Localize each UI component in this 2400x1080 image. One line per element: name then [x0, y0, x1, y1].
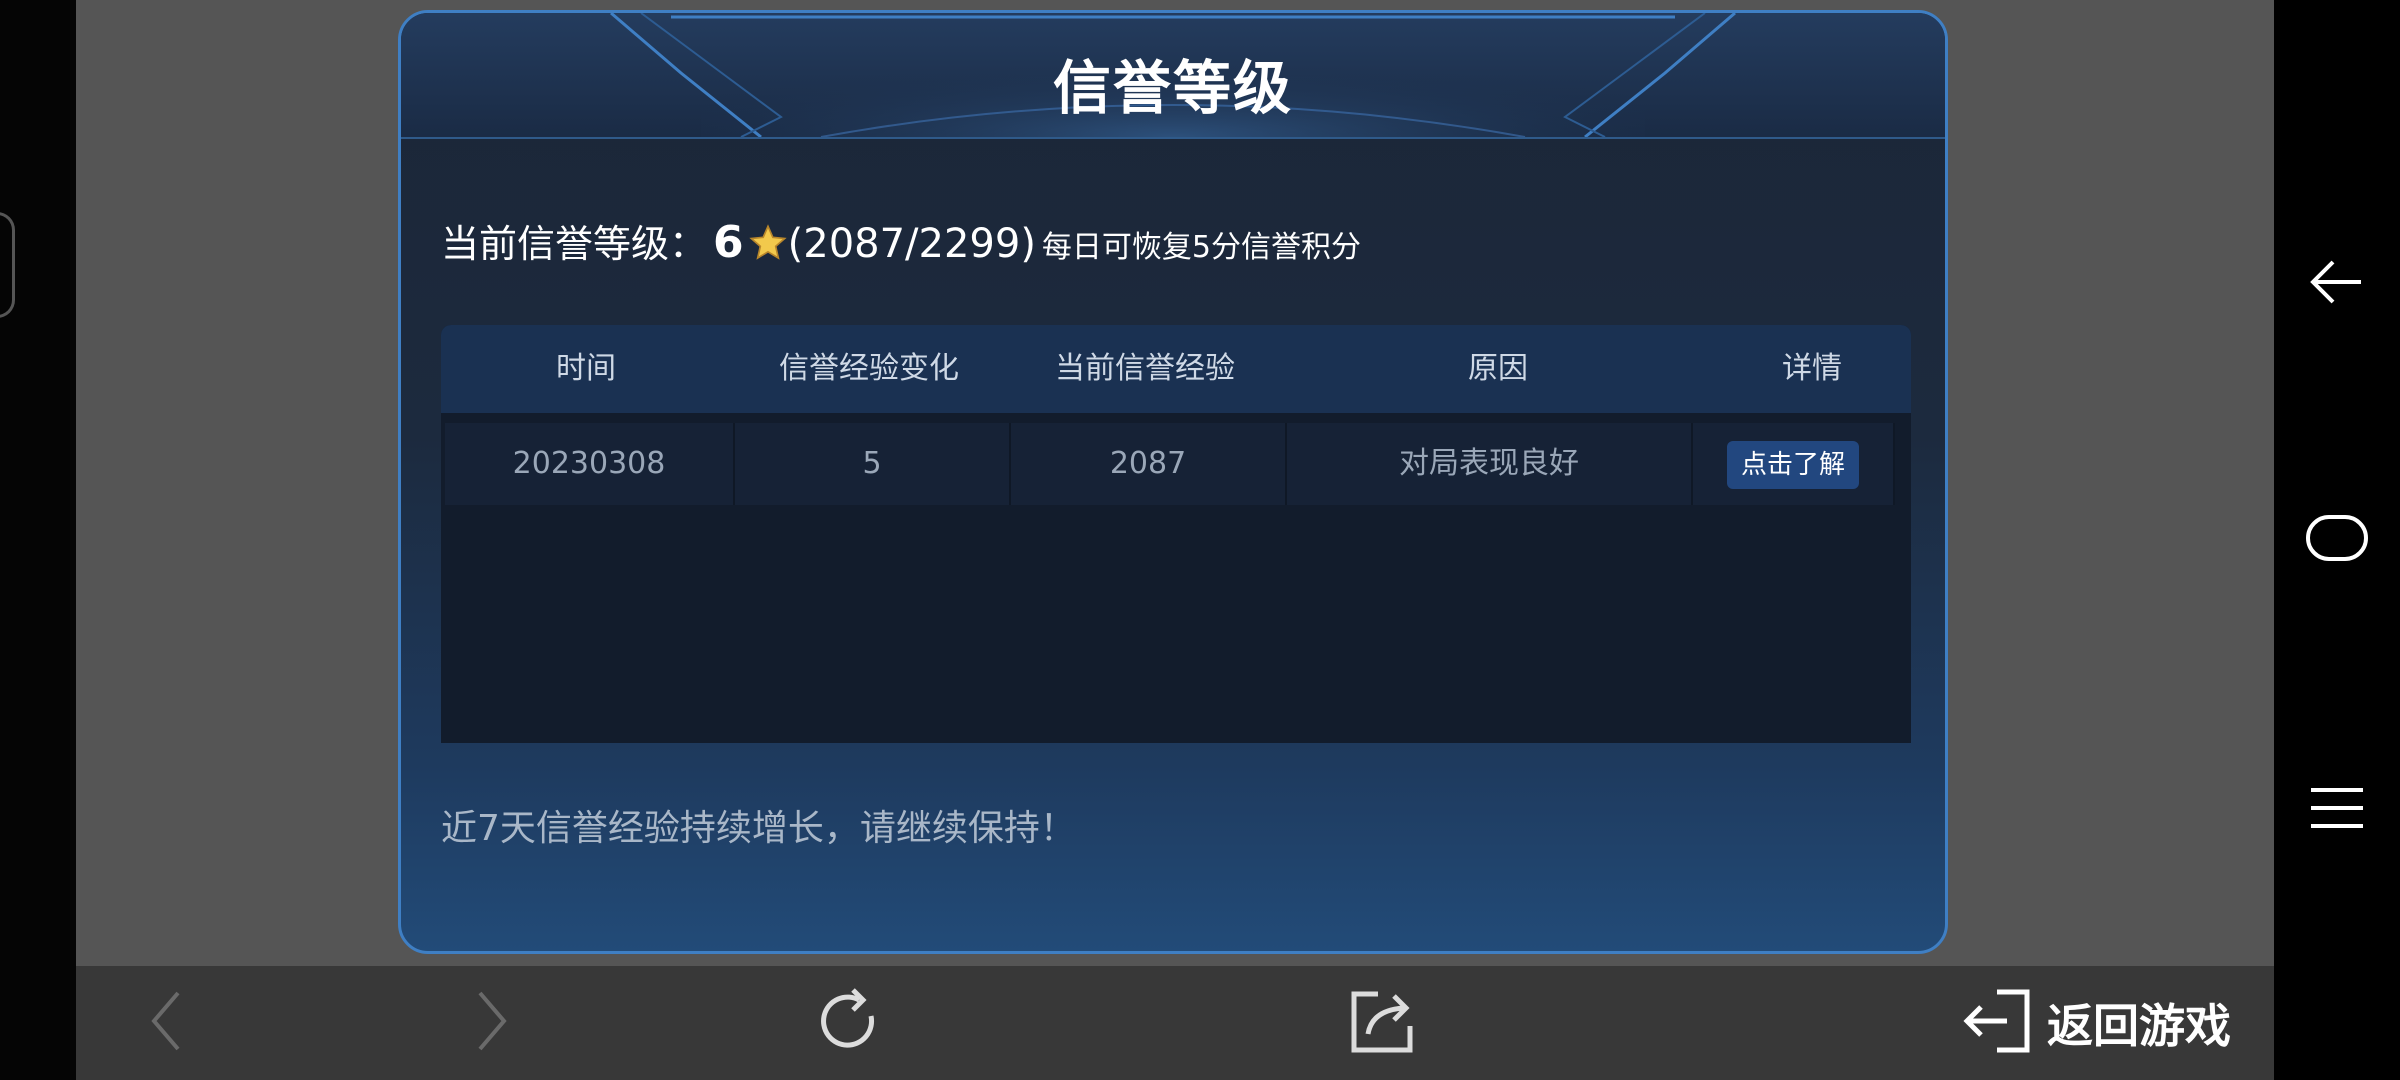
forward-button[interactable] — [442, 966, 542, 1080]
credit-level-value: 6 — [713, 217, 744, 268]
credit-level-dialog: 信誉等级 当前信誉等级： 6 (2087/2299) 每日可恢复5分信誉积分 时… — [398, 10, 1948, 954]
row-reason: 对局表现良好 — [1287, 423, 1693, 505]
browser-toolbar: 返回游戏 — [76, 966, 2274, 1080]
system-home-button[interactable] — [2274, 500, 2400, 580]
exit-icon — [1961, 986, 2033, 1060]
system-menu-icon — [2309, 786, 2365, 834]
header-detail: 详情 — [1782, 351, 1842, 386]
star-icon — [748, 223, 788, 263]
header-change: 信誉经验变化 — [779, 351, 959, 386]
left-edge-strip — [0, 0, 76, 1080]
system-menu-button[interactable] — [2274, 770, 2400, 850]
header-current: 当前信誉经验 — [1055, 351, 1235, 386]
row-change: 5 — [735, 423, 1011, 505]
back-to-game-label: 返回游戏 — [2047, 999, 2231, 1053]
credit-level-label: 当前信誉等级： — [441, 222, 708, 266]
row-detail-cell: 点击了解 — [1693, 423, 1895, 505]
left-bracket-decoration — [0, 212, 15, 318]
table-header: 时间 信誉经验变化 当前信誉经验 原因 详情 — [441, 325, 1911, 413]
header-reason: 原因 — [1468, 351, 1528, 386]
share-button[interactable] — [1328, 966, 1438, 1080]
system-back-icon — [2309, 257, 2365, 311]
back-arrow-icon — [146, 989, 186, 1057]
credit-recovery-note: 每日可恢复5分信誉积分 — [1041, 230, 1362, 265]
back-button[interactable] — [116, 966, 216, 1080]
credit-level-line: 当前信誉等级： 6 (2087/2299) 每日可恢复5分信誉积分 — [441, 213, 1361, 268]
row-date: 20230308 — [445, 423, 735, 505]
refresh-button[interactable] — [798, 966, 898, 1080]
back-to-game-button[interactable]: 返回游戏 — [1946, 966, 2246, 1080]
table-row: 20230308 5 2087 对局表现良好 点击了解 — [445, 423, 1895, 505]
header-time: 时间 — [556, 351, 616, 386]
system-home-icon — [2305, 514, 2369, 566]
footer-message: 近7天信誉经验持续增长，请继续保持！ — [441, 808, 1076, 849]
forward-arrow-icon — [472, 989, 512, 1057]
system-navigation-bar — [2274, 0, 2400, 1080]
system-back-button[interactable] — [2274, 244, 2400, 324]
dialog-header: 信誉等级 — [401, 13, 1945, 139]
detail-button[interactable]: 点击了解 — [1726, 440, 1859, 489]
share-icon — [1348, 986, 1418, 1060]
refresh-icon — [813, 986, 883, 1060]
credit-record-table: 时间 信誉经验变化 当前信誉经验 原因 详情 20230308 5 2087 对… — [441, 325, 1911, 743]
credit-progress: (2087/2299) — [787, 221, 1036, 267]
row-current: 2087 — [1011, 423, 1287, 505]
dialog-title: 信誉等级 — [1052, 54, 1293, 122]
